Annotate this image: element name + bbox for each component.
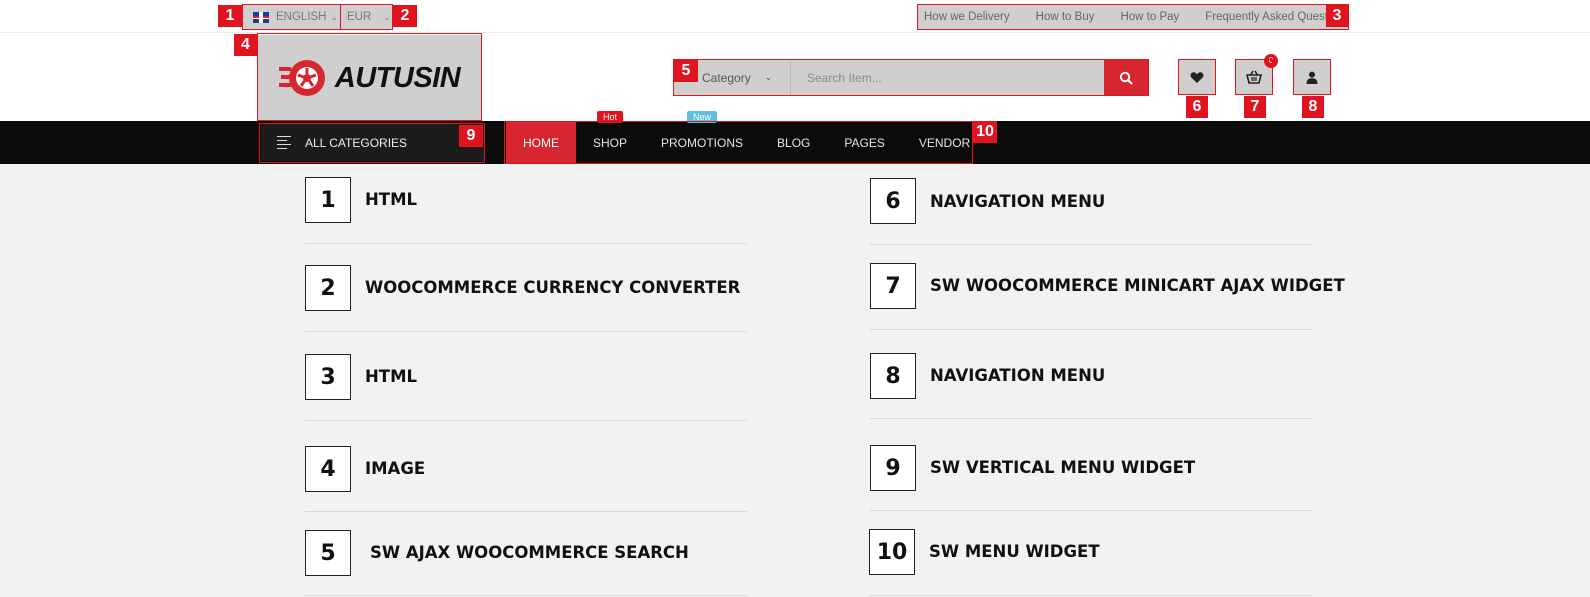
annotation-box-3 (917, 4, 1349, 30)
legend-number-1: 1 (305, 177, 351, 223)
legend-label-9: SW VERTICAL MENU WIDGET (930, 458, 1196, 477)
legend-label-10: SW MENU WIDGET (929, 542, 1100, 561)
legend-label-7: SW WOOCOMMERCE MINICART AJAX WIDGET (930, 276, 1345, 295)
divider (305, 331, 747, 332)
annotation-tag-1: 1 (218, 5, 242, 27)
legend-number-8: 8 (870, 353, 916, 399)
divider (305, 420, 747, 421)
legend-label-4: IMAGE (365, 459, 426, 478)
annotation-box-7 (1235, 59, 1273, 95)
annotation-tag-5: 5 (674, 60, 698, 82)
legend-number-7: 7 (870, 263, 916, 309)
legend-number-5: 5 (305, 530, 351, 576)
legend-number-2: 2 (305, 265, 351, 311)
legend-label-1: HTML (365, 190, 417, 209)
annotation-box-6 (1178, 59, 1216, 95)
annotation-box-4 (257, 33, 482, 121)
legend-label-6: NAVIGATION MENU (930, 192, 1106, 211)
annotation-box-1 (242, 4, 341, 30)
annotation-box-5 (673, 59, 1149, 96)
divider (305, 511, 747, 512)
annotation-tag-4: 4 (234, 34, 257, 56)
legend-label-2: WOOCOMMERCE CURRENCY CONVERTER (365, 278, 741, 297)
divider (870, 418, 1312, 419)
annotation-tag-2: 2 (393, 5, 417, 27)
legend-number-10: 10 (869, 529, 915, 575)
legend-area (0, 164, 1590, 597)
annotation-tag-10: 10 (973, 121, 997, 143)
legend-label-8: NAVIGATION MENU (930, 366, 1106, 385)
divider (870, 329, 1312, 330)
legend-number-3: 3 (305, 354, 351, 400)
divider (870, 244, 1312, 245)
annotation-tag-9: 9 (459, 125, 483, 147)
divider (870, 595, 1312, 596)
annotation-tag-3: 3 (1326, 5, 1348, 27)
annotation-box-9 (259, 123, 485, 163)
legend-label-3: HTML (365, 367, 417, 386)
annotation-box-10 (504, 121, 973, 164)
legend-label-5: SW AJAX WOOCOMMERCE SEARCH (370, 543, 689, 562)
annotation-tag-6: 6 (1186, 96, 1208, 118)
divider (305, 243, 747, 244)
annotation-box-8 (1293, 59, 1331, 95)
legend-number-6: 6 (870, 178, 916, 224)
legend-number-9: 9 (870, 445, 916, 491)
annotation-box-2 (340, 4, 393, 30)
legend-number-4: 4 (305, 446, 351, 492)
divider (870, 510, 1312, 511)
annotation-tag-8: 8 (1302, 96, 1324, 118)
annotation-tag-7: 7 (1244, 96, 1266, 118)
divider (305, 595, 747, 596)
